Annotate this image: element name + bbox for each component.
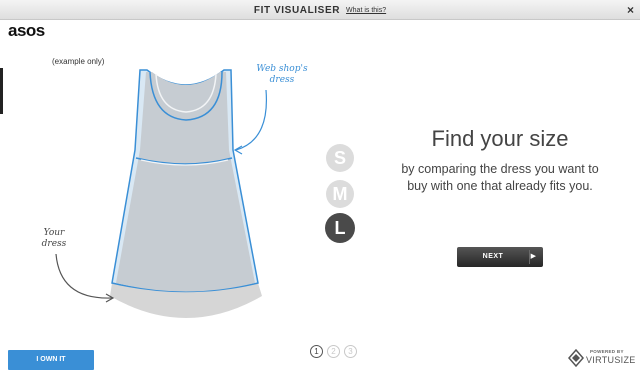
headline: Find your size [431,126,569,151]
webshop-label-line2: dress [269,75,295,85]
webshop-label-line1: Web shop's [256,64,308,74]
powered-by-virtusize[interactable]: POWERED BY VIRTUSIZE [566,345,636,373]
powered-by-text: POWERED BY [590,349,624,354]
i-own-it-button[interactable]: I OWN IT [8,350,94,370]
virtusize-logo-icon [568,349,584,367]
dress-illustration [55,69,268,318]
webshop-arrow [235,89,268,151]
description-line1: by comparing the dress you want to [401,162,599,176]
step-3[interactable]: 3 [344,345,357,358]
step-1[interactable]: 1 [310,345,323,358]
your-dress-label: Your dress [24,228,84,250]
close-icon[interactable]: × [627,3,634,17]
what-is-this-link[interactable]: What is this? [346,7,386,14]
webshop-dress-label: Web shop's dress [252,64,312,86]
your-arrow [55,253,113,299]
next-button[interactable]: NEXT ▶ [457,247,543,267]
size-s-button[interactable]: S [326,144,354,172]
virtusize-brand-text: VIRTUSIZE [586,355,636,365]
size-l-button[interactable]: L [325,213,355,243]
next-button-label: NEXT [482,253,504,260]
webshop-arrowhead [233,145,243,155]
step-indicator: 1 2 3 [310,345,357,361]
description-line2: buy with one that already fits you. [407,179,593,193]
description: by comparing the dress you want to buy w… [380,161,620,195]
step-2[interactable]: 2 [327,345,340,358]
size-m-button[interactable]: M [326,180,354,208]
your-label-line2: dress [41,239,67,249]
arrow-right-icon: ▶ [530,253,536,260]
your-dress [116,72,255,292]
your-label-line1: Your [43,228,65,238]
